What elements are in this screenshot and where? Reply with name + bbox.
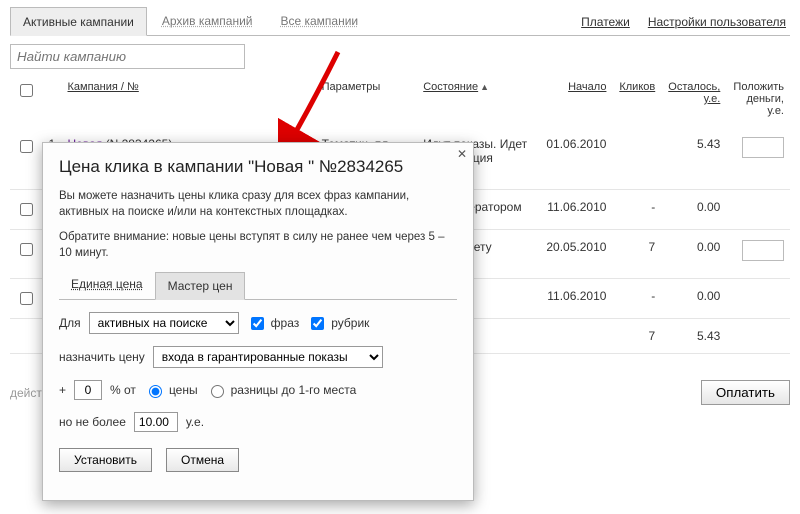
cell-start: 11.06.2010 <box>539 279 612 319</box>
cell-remaining: 0.00 <box>661 230 726 279</box>
col-start[interactable]: Начало <box>568 81 606 93</box>
cell-clicks <box>612 127 661 190</box>
tab-active-campaigns[interactable]: Активные кампании <box>10 7 147 36</box>
modal-title: Цена клика в кампании "Новая " №2834265 <box>59 157 457 177</box>
percent-input[interactable] <box>74 380 102 400</box>
link-payments[interactable]: Платежи <box>581 15 630 29</box>
cancel-button[interactable]: Отмена <box>166 448 239 472</box>
cell-remaining: 0.00 <box>661 190 726 230</box>
for-label: Для <box>59 316 81 330</box>
col-params: Параметры <box>322 81 381 93</box>
tab-single-price[interactable]: Единая цена <box>59 271 155 299</box>
link-user-settings[interactable]: Настройки пользователя <box>648 15 786 29</box>
col-deposit: Положить деньги, у.е. <box>733 81 784 117</box>
sort-asc-icon: ▲ <box>480 82 489 92</box>
cell-clicks: - <box>612 190 661 230</box>
row-checkbox[interactable] <box>20 292 33 305</box>
cell-start: 01.06.2010 <box>539 127 612 190</box>
col-remaining[interactable]: Осталось, у.е. <box>668 81 720 105</box>
modal-desc-1: Вы можете назначить цены клика сразу для… <box>59 189 457 220</box>
tab-price-wizard[interactable]: Мастер цен <box>155 272 246 300</box>
col-campaign[interactable]: Кампания / № <box>68 81 139 93</box>
deposit-input[interactable] <box>742 240 784 261</box>
main-tabs: Активные кампании Архив кампаний Все кам… <box>10 6 790 36</box>
basis-diff-radio[interactable] <box>211 385 224 398</box>
col-clicks[interactable]: Кликов <box>619 81 655 93</box>
basis-price-radio[interactable] <box>149 385 162 398</box>
modal-desc-2: Обратите внимание: новые цены вступят в … <box>59 230 457 261</box>
cell-remaining: 0.00 <box>661 279 726 319</box>
row-checkbox[interactable] <box>20 140 33 153</box>
set-price-label: назначить цену <box>59 350 145 364</box>
phrases-checkbox[interactable] <box>251 317 264 330</box>
row-checkbox[interactable] <box>20 203 33 216</box>
deposit-input[interactable] <box>742 137 784 158</box>
cell-clicks: 7 <box>612 230 661 279</box>
limit-label: но не более <box>59 415 126 429</box>
price-modal: ✕ Цена клика в кампании "Новая " №283426… <box>42 142 474 501</box>
modal-tabs: Единая цена Мастер цен <box>59 271 457 300</box>
tab-archive[interactable]: Архив кампаний <box>149 6 266 35</box>
cell-clicks: - <box>612 279 661 319</box>
col-state[interactable]: Состояние <box>423 81 478 93</box>
apply-button[interactable]: Установить <box>59 448 152 472</box>
price-type-select[interactable]: входа в гарантированные показы <box>153 346 383 368</box>
row-checkbox[interactable] <box>20 243 33 256</box>
cell-remaining: 5.43 <box>661 127 726 190</box>
limit-input[interactable] <box>134 412 178 432</box>
pay-button[interactable]: Оплатить <box>701 380 790 405</box>
cell-start: 11.06.2010 <box>539 190 612 230</box>
cell-start: 20.05.2010 <box>539 230 612 279</box>
close-icon[interactable]: ✕ <box>457 147 467 161</box>
totals-remaining: 5.43 <box>661 319 726 354</box>
search-input[interactable] <box>10 44 245 69</box>
select-all-checkbox[interactable] <box>20 84 33 97</box>
scope-select[interactable]: активных на поиске <box>89 312 239 334</box>
totals-clicks: 7 <box>612 319 661 354</box>
rubrics-checkbox[interactable] <box>311 317 324 330</box>
tab-all[interactable]: Все кампании <box>267 6 371 35</box>
